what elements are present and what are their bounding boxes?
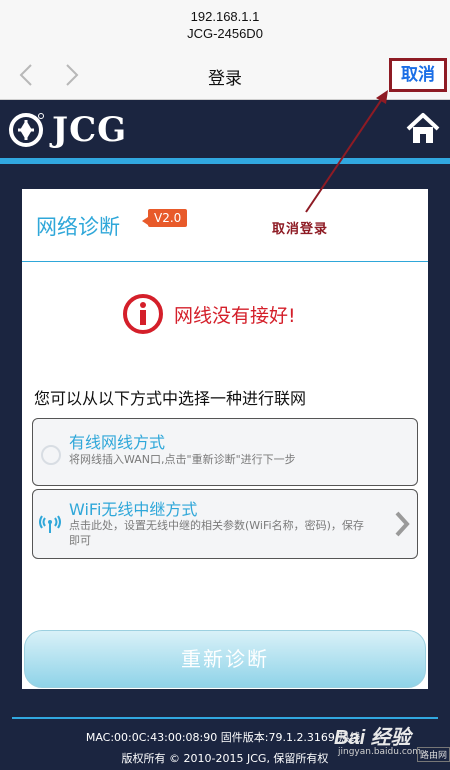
rediagnose-button[interactable]: 重新诊断 [24,630,426,688]
cancel-button[interactable]: 取消 [389,58,447,92]
page-title: 登录 [208,69,242,89]
watermark-site: jingyan.baidu.com [338,747,422,757]
diagnosis-card: 网络诊断 V2.0 网线没有接好! 您可以从以下方式中选择一种进行联网 有线网线… [22,189,428,689]
header-divider [0,158,450,164]
choose-prompt: 您可以从以下方式中选择一种进行联网 [34,389,307,408]
wired-icon [41,445,61,465]
home-icon[interactable] [406,112,440,146]
option-wired[interactable]: 有线网线方式 将网线插入WAN口,点击"重新诊断"进行下一步 [32,418,418,486]
info-icon [123,294,163,334]
brand-logo: JCG [8,110,127,150]
card-title: 网络诊断 [36,215,120,239]
nav-bar: 登录 取消 [0,58,450,92]
error-text: 网线没有接好! [174,304,296,327]
logo-mark-icon [9,113,44,147]
title-divider [22,261,428,262]
version-badge: V2.0 [141,209,188,227]
option-desc: 将网线插入WAN口,点击"重新诊断"进行下一步 [69,453,296,466]
app-header: JCG [0,100,450,158]
watermark-tag: 路由网 [416,747,450,762]
watermark-brand: Bai 经验 [334,727,411,749]
brand-name: JCG [52,110,128,150]
browser-chrome: 192.168.1.1 JCG-2456D0 登录 取消 [0,0,450,100]
wifi-signal-icon [39,515,61,533]
chevron-right-icon [395,511,410,537]
url-host: 192.168.1.1 [190,9,260,24]
option-title: 有线网线方式 [69,433,166,452]
annotation-label: 取消登录 [272,222,329,237]
error-message: 网线没有接好! [122,293,296,335]
address-bar[interactable]: 192.168.1.1 JCG-2456D0 [0,8,450,42]
watermark: Bai 经验 jingyan.baidu.com 路由网 [334,715,450,770]
option-desc: 点击此处，设置无线中继的相关参数(WiFi名称，密码)，保存即可 [69,519,364,547]
option-title: WiFi无线中继方式 [69,500,198,519]
url-page: JCG-2456D0 [187,26,263,41]
option-wifi-repeater[interactable]: WiFi无线中继方式 点击此处，设置无线中继的相关参数(WiFi名称，密码)，保… [32,489,418,559]
